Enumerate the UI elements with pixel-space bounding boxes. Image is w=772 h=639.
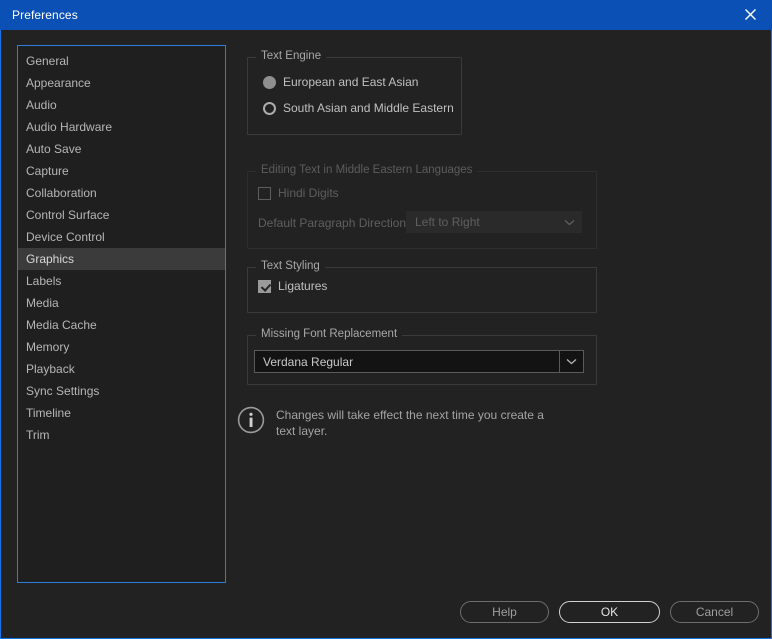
sidebar-item-collaboration[interactable]: Collaboration	[18, 182, 225, 204]
sidebar-item-timeline[interactable]: Timeline	[18, 402, 225, 424]
missing-font-dropdown[interactable]: Verdana Regular	[254, 350, 584, 373]
sidebar-item-audio[interactable]: Audio	[18, 94, 225, 116]
sidebar-item-media-cache[interactable]: Media Cache	[18, 314, 225, 336]
hindi-digits-checkbox: Hindi Digits	[258, 186, 339, 200]
checkbox-checked-icon	[258, 279, 271, 293]
text-engine-group: Text Engine European and East Asian Sout…	[247, 50, 462, 135]
sidebar-item-auto-save[interactable]: Auto Save	[18, 138, 225, 160]
paragraph-direction-dropdown: Left to Right	[406, 211, 582, 233]
radio-european-east-asian[interactable]: European and East Asian	[263, 75, 418, 89]
missing-font-value: Verdana Regular	[263, 354, 354, 369]
dialog-footer: Help OK Cancel	[1, 600, 759, 624]
text-styling-group-title: Text Styling	[256, 260, 325, 272]
dialog-body: General Appearance Audio Audio Hardware …	[1, 30, 771, 638]
sidebar-item-control-surface[interactable]: Control Surface	[18, 204, 225, 226]
text-engine-group-title: Text Engine	[256, 50, 327, 62]
sidebar-item-media[interactable]: Media	[18, 292, 225, 314]
missing-font-group-title: Missing Font Replacement	[256, 328, 403, 340]
cancel-button[interactable]: Cancel	[670, 601, 759, 623]
title-bar: Preferences	[0, 0, 772, 30]
sidebar-item-graphics[interactable]: Graphics	[18, 248, 225, 270]
radio-south-asian-middle-eastern-label: South Asian and Middle Eastern	[283, 101, 454, 115]
paragraph-direction-label: Default Paragraph Direction:	[258, 216, 410, 230]
chevron-down-icon[interactable]	[559, 351, 583, 372]
sidebar-item-general[interactable]: General	[18, 50, 225, 72]
settings-pane: Text Engine European and East Asian Sout…	[237, 45, 759, 638]
sidebar-item-appearance[interactable]: Appearance	[18, 72, 225, 94]
info-icon	[237, 406, 265, 434]
ok-button[interactable]: OK	[559, 601, 660, 623]
ligatures-checkbox[interactable]: Ligatures	[258, 279, 327, 293]
sidebar-item-capture[interactable]: Capture	[18, 160, 225, 182]
sidebar-item-audio-hardware[interactable]: Audio Hardware	[18, 116, 225, 138]
radio-selected-icon	[263, 75, 276, 89]
hindi-digits-label: Hindi Digits	[278, 186, 339, 200]
chevron-down-icon	[557, 212, 581, 232]
text-styling-group: Text Styling Ligatures	[247, 260, 597, 313]
editing-middle-eastern-group: Editing Text in Middle Eastern Languages…	[247, 164, 597, 249]
sidebar-item-device-control[interactable]: Device Control	[18, 226, 225, 248]
radio-european-east-asian-label: European and East Asian	[283, 75, 419, 89]
sidebar-item-memory[interactable]: Memory	[18, 336, 225, 358]
info-note: Changes will take effect the next time y…	[237, 405, 577, 439]
sidebar-item-playback[interactable]: Playback	[18, 358, 225, 380]
window-title: Preferences	[12, 7, 78, 22]
missing-font-replacement-group: Missing Font Replacement Verdana Regular	[247, 328, 597, 385]
editing-middle-eastern-group-title: Editing Text in Middle Eastern Languages	[256, 164, 478, 176]
radio-south-asian-middle-eastern[interactable]: South Asian and Middle Eastern	[263, 101, 454, 115]
preferences-dialog: Preferences General Appearance Audio Aud…	[0, 0, 772, 639]
checkbox-unchecked-icon	[258, 186, 271, 200]
info-note-message: Changes will take effect the next time y…	[276, 408, 544, 438]
help-button[interactable]: Help	[460, 601, 549, 623]
ligatures-label: Ligatures	[278, 279, 328, 293]
category-list[interactable]: General Appearance Audio Audio Hardware …	[17, 45, 226, 583]
sidebar-item-labels[interactable]: Labels	[18, 270, 225, 292]
paragraph-direction-value: Left to Right	[415, 215, 480, 229]
radio-unselected-icon	[263, 101, 276, 115]
sidebar-item-sync-settings[interactable]: Sync Settings	[18, 380, 225, 402]
close-icon[interactable]	[728, 0, 772, 30]
sidebar-item-trim[interactable]: Trim	[18, 424, 225, 446]
